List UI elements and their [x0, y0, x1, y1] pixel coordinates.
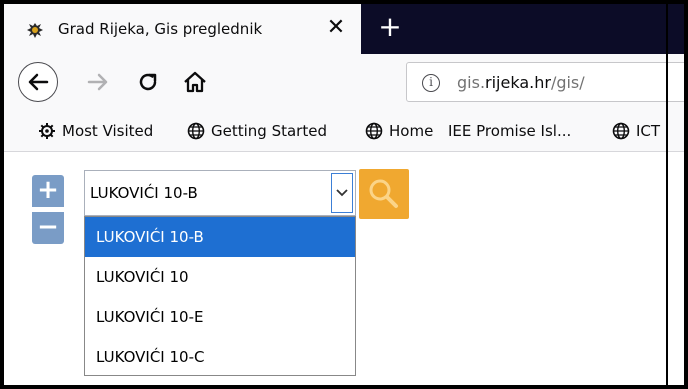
address-dropdown-list: LUKOVIĆI 10-B LUKOVIĆI 10 LUKOVIĆI 10-E … [84, 216, 356, 376]
dropdown-option[interactable]: LUKOVIĆI 10-E [85, 297, 355, 337]
bookmark-label: Getting Started [211, 122, 327, 140]
new-tab-button[interactable]: + [376, 13, 404, 41]
address-select-value: LUKOVIĆI 10-B [90, 184, 198, 202]
dropdown-toggle[interactable] [331, 173, 353, 213]
bookmark-label: ICT [636, 122, 661, 140]
search-button[interactable] [359, 169, 409, 219]
search-icon [369, 179, 398, 208]
navigation-bar: i gis.rijeka.hr/gis/ [4, 54, 684, 110]
reload-icon [139, 73, 157, 91]
back-button[interactable] [18, 62, 58, 102]
page-content: + − LUKOVIĆI 10-B LUKOVIĆI 10-B LUKOVIĆI… [4, 152, 684, 385]
home-button[interactable] [181, 68, 209, 96]
bookmark-label: IEE Promise Isl... [448, 122, 572, 140]
bookmark-most-visited[interactable]: Most Visited [38, 121, 153, 141]
bookmark-home[interactable]: Home [365, 121, 433, 141]
home-icon [184, 71, 206, 93]
chevron-down-icon [336, 189, 348, 197]
zoom-in-button[interactable]: + [32, 175, 64, 207]
bookmark-label: Most Visited [62, 122, 154, 140]
forward-arrow-icon [87, 73, 108, 91]
tab-title: Grad Rijeka, Gis preglednik [58, 20, 263, 38]
bookmark-label: Home [389, 122, 434, 140]
back-arrow-icon [28, 73, 49, 91]
coat-of-arms-icon [27, 23, 43, 38]
gear-icon [39, 123, 55, 139]
dropdown-option[interactable]: LUKOVIĆI 10-C [85, 337, 355, 377]
address-select[interactable]: LUKOVIĆI 10-B [84, 170, 356, 216]
tab-active[interactable]: Grad Rijeka, Gis preglednik ✕ [4, 4, 361, 54]
bookmark-ict[interactable]: ICT [612, 121, 660, 141]
browser-window: Grad Rijeka, Gis preglednik ✕ + i gis.ri… [0, 0, 688, 389]
zoom-out-button[interactable]: − [32, 212, 64, 244]
close-tab-icon[interactable]: ✕ [324, 16, 348, 40]
bookmark-iee-promise[interactable]: IEE Promise Isl... [448, 121, 571, 141]
bookmarks-toolbar: Most Visited Getting Started Home IEE Pr… [4, 110, 684, 152]
window-edge [666, 0, 668, 389]
globe-icon [365, 122, 383, 140]
globe-icon [187, 122, 205, 140]
info-icon[interactable]: i [422, 74, 440, 92]
reload-button[interactable] [134, 68, 162, 96]
globe-icon [612, 122, 630, 140]
dropdown-option[interactable]: LUKOVIĆI 10-B [85, 217, 355, 257]
url-text[interactable]: gis.rijeka.hr/gis/ [457, 73, 585, 92]
forward-button[interactable] [84, 68, 112, 96]
dropdown-option[interactable]: LUKOVIĆI 10 [85, 257, 355, 297]
bookmark-getting-started[interactable]: Getting Started [187, 121, 327, 141]
tab-strip: Grad Rijeka, Gis preglednik ✕ + [4, 4, 684, 54]
address-bar[interactable]: i gis.rijeka.hr/gis/ [406, 62, 684, 102]
